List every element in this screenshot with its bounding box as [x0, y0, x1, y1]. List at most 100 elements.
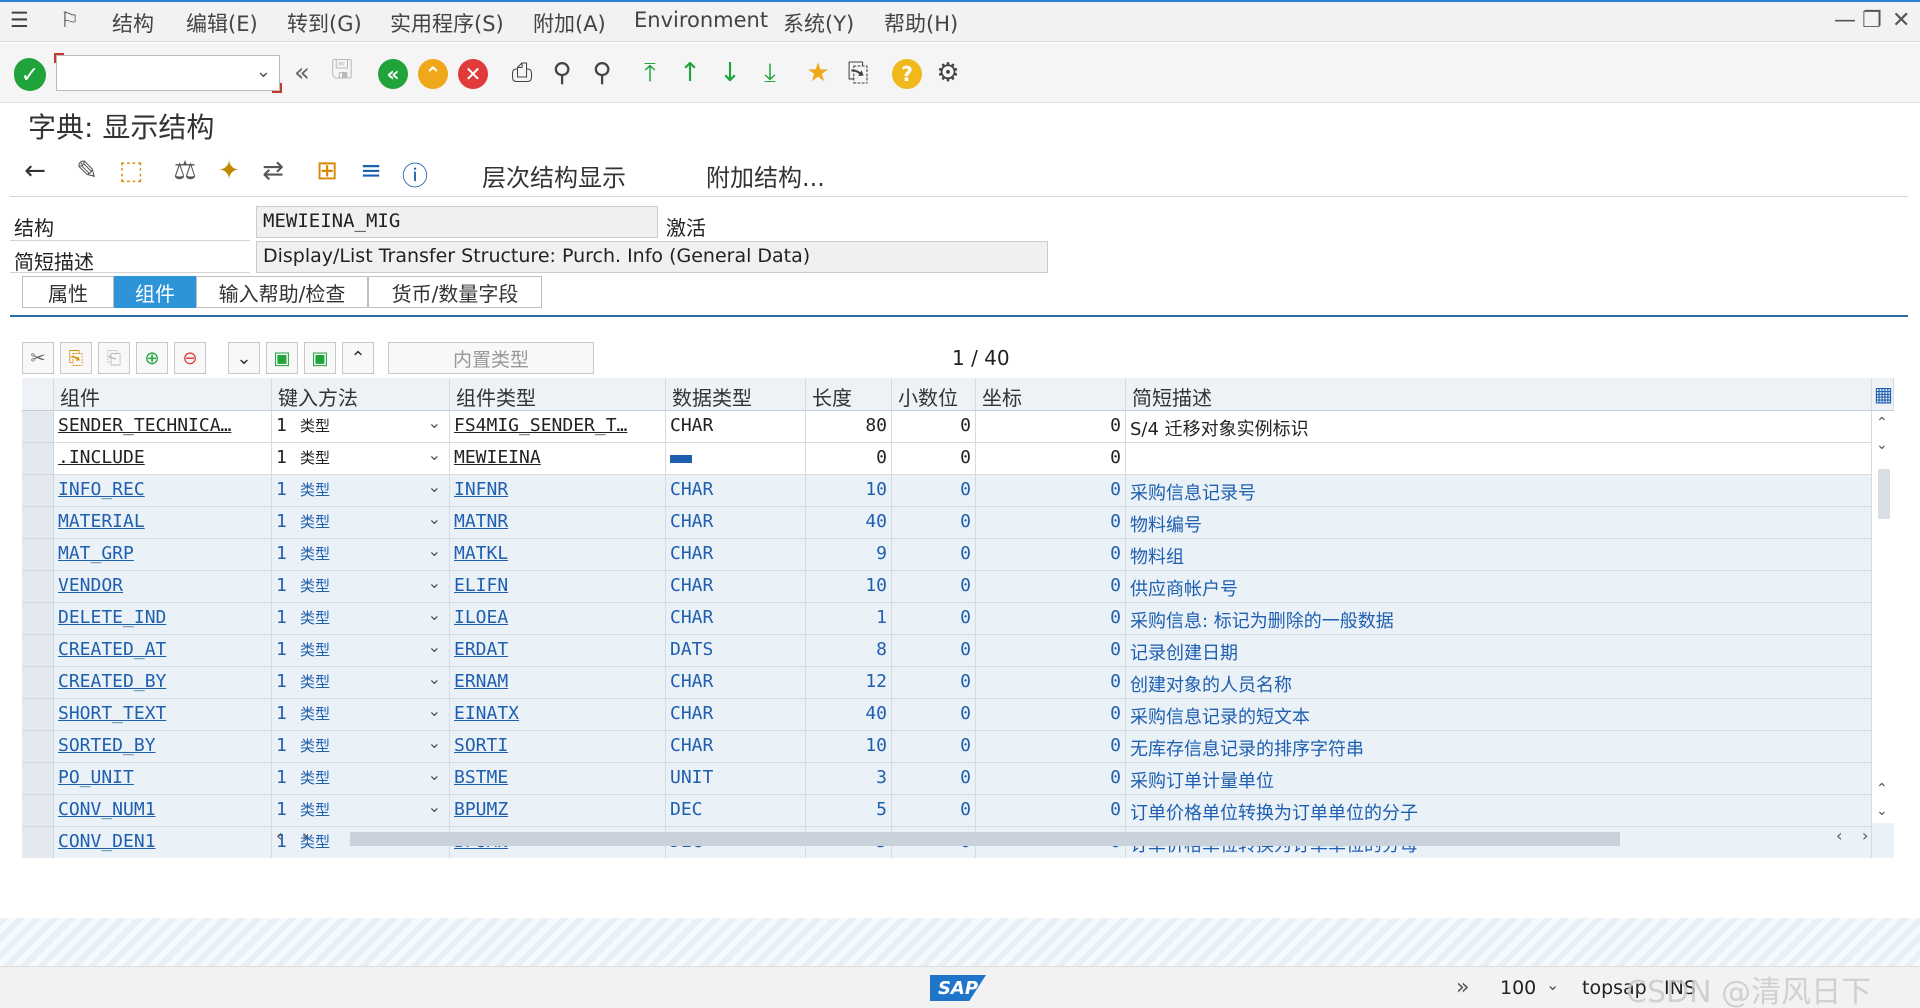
scroll-left-icon[interactable]: ‹: [276, 826, 282, 845]
expand-status-icon[interactable]: »: [1456, 975, 1469, 1000]
component-type-cell[interactable]: ERNAM: [450, 667, 666, 699]
row-selector[interactable]: [22, 571, 54, 603]
typing-type-cell[interactable]: 类型⌄: [296, 603, 450, 635]
chevron-down-icon[interactable]: ⌄: [256, 61, 271, 82]
row-selector[interactable]: [22, 635, 54, 667]
component-type-cell[interactable]: ELIFN: [450, 571, 666, 603]
table-row[interactable]: SENDER_TECHNICA… 1 类型 ⌄ FS4MIG_SENDER_T… CHAR…: [22, 411, 1872, 443]
display-change-icon[interactable]: ✎: [70, 156, 104, 186]
row-selector[interactable]: [22, 795, 54, 827]
where-used-icon[interactable]: ⇄: [256, 156, 290, 186]
double-left-icon[interactable]: «: [286, 57, 318, 89]
scroll-right-icon[interactable]: ›: [1862, 826, 1868, 845]
tab-currency-fields[interactable]: 货币/数量字段: [368, 276, 542, 308]
col-header-typing-method[interactable]: 键入方法: [272, 378, 450, 411]
row-selector[interactable]: [22, 699, 54, 731]
typing-type-cell[interactable]: 类型⌄: [296, 795, 450, 827]
horizontal-scrollbar[interactable]: ‹ › ‹ ›: [272, 826, 1872, 850]
col-header-component-type[interactable]: 组件类型: [450, 378, 666, 411]
activate-icon[interactable]: ✦: [212, 156, 246, 186]
save-icon[interactable]: 🖫: [326, 55, 358, 89]
component-type-cell[interactable]: INFNR: [450, 475, 666, 507]
scroll-right-icon[interactable]: ›: [302, 826, 308, 845]
menu-utilities[interactable]: 实用程序(S): [390, 8, 504, 38]
settings-icon[interactable]: ⚙: [932, 57, 964, 89]
component-cell[interactable]: CREATED_BY: [54, 667, 272, 699]
scroll-thumb[interactable]: [350, 832, 1620, 846]
table-row[interactable]: MAT_GRP 1 类型 ⌄ MATKL CHAR 9 0 0 物料组: [22, 539, 1872, 571]
next-page-icon[interactable]: ↓: [714, 57, 746, 89]
col-header-short-description[interactable]: 简短描述: [1126, 378, 1872, 411]
scroll-thumb[interactable]: [1878, 469, 1890, 519]
first-page-icon[interactable]: ⤒: [634, 57, 666, 89]
component-cell[interactable]: MAT_GRP: [54, 539, 272, 571]
new-session-icon[interactable]: ★: [802, 57, 834, 89]
component-type-cell[interactable]: MEWIEINA: [450, 443, 666, 475]
scroll-left-icon[interactable]: ‹: [1836, 826, 1842, 845]
typing-type-cell[interactable]: 类型⌄: [296, 667, 450, 699]
component-cell[interactable]: SORTED_BY: [54, 731, 272, 763]
component-cell[interactable]: SHORT_TEXT: [54, 699, 272, 731]
component-cell[interactable]: CONV_DEN1: [54, 827, 272, 858]
typing-type-cell[interactable]: 类型⌄: [296, 539, 450, 571]
short-description-field[interactable]: Display/List Transfer Structure: Purch. …: [256, 241, 1048, 273]
component-cell[interactable]: SENDER_TECHNICA…: [54, 411, 272, 443]
typing-type-cell[interactable]: 类型⌄: [296, 443, 450, 475]
component-type-cell[interactable]: MATKL: [450, 539, 666, 571]
paste-icon[interactable]: ⎗: [98, 342, 130, 374]
table-row[interactable]: INFO_REC 1 类型 ⌄ INFNR CHAR 10 0 0 采购信息记录号: [22, 475, 1872, 507]
chevron-down-icon[interactable]: ⌄: [428, 733, 441, 752]
structure-name-field[interactable]: MEWIEINA_MIG: [256, 206, 658, 238]
col-header-component[interactable]: 组件: [54, 378, 272, 411]
typing-type-cell[interactable]: 类型⌄: [296, 635, 450, 667]
col-header-coordinate[interactable]: 坐标: [976, 378, 1126, 411]
table-row[interactable]: .INCLUDE 1 类型 ⌄ MEWIEINA 0 0 0: [22, 443, 1872, 475]
menu-icon[interactable]: ☰: [10, 8, 29, 32]
row-selector[interactable]: [22, 475, 54, 507]
component-cell[interactable]: MATERIAL: [54, 507, 272, 539]
chevron-down-icon[interactable]: ⌄: [1546, 975, 1559, 994]
component-type-cell[interactable]: ERDAT: [450, 635, 666, 667]
table-row[interactable]: DELETE_IND 1 类型 ⌄ ILOEA CHAR 1 0 0 采购信息: 标记为删除的一般…: [22, 603, 1872, 635]
menu-environment[interactable]: Environment: [634, 8, 768, 32]
chevron-down-icon[interactable]: ⌄: [428, 573, 441, 592]
table-row[interactable]: SORTED_BY 1 类型 ⌄ SORTI CHAR 10 0 0 无库存信息记录的排序字符串: [22, 731, 1872, 763]
table-row[interactable]: MATERIAL 1 类型 ⌄ MATNR CHAR 40 0 0 物料编号: [22, 507, 1872, 539]
typing-type-cell[interactable]: 类型⌄: [296, 475, 450, 507]
typing-type-cell[interactable]: 类型⌄: [296, 571, 450, 603]
table-row[interactable]: CONV_NUM1 1 类型 ⌄ BPUMZ DEC 5 0 0 订单价格单位转换为订单单位的分子: [22, 795, 1872, 827]
scroll-up-icon[interactable]: ⌃: [1876, 415, 1888, 431]
row-selector[interactable]: [22, 539, 54, 571]
col-header-decimals[interactable]: 小数位: [892, 378, 976, 411]
component-cell[interactable]: PO_UNIT: [54, 763, 272, 795]
chevron-down-icon[interactable]: ⌄: [428, 605, 441, 624]
previous-page-icon[interactable]: ↑: [674, 57, 706, 89]
component-type-cell[interactable]: EINATX: [450, 699, 666, 731]
scroll-down-icon[interactable]: ⌄: [1876, 803, 1888, 819]
row-selector[interactable]: [22, 507, 54, 539]
menu-edit[interactable]: 编辑(E): [186, 8, 258, 38]
last-page-icon[interactable]: ⤓: [754, 57, 786, 89]
find-next-icon[interactable]: ⚲: [586, 57, 618, 89]
collapse-all-icon[interactable]: ⌃: [342, 342, 374, 374]
insert-row-icon[interactable]: ⊕: [136, 342, 168, 374]
component-cell[interactable]: CONV_NUM1: [54, 795, 272, 827]
typing-type-cell[interactable]: 类型⌄: [296, 763, 450, 795]
minimize-icon[interactable]: —: [1834, 8, 1856, 33]
check-icon[interactable]: ⚖: [168, 156, 202, 186]
table-row[interactable]: SHORT_TEXT 1 类型 ⌄ EINATX CHAR 40 0 0 采购信息记录的短文本: [22, 699, 1872, 731]
chevron-down-icon[interactable]: ⌄: [428, 509, 441, 528]
component-cell[interactable]: INFO_REC: [54, 475, 272, 507]
chevron-down-icon[interactable]: ⌄: [428, 669, 441, 688]
close-icon[interactable]: ✕: [1892, 8, 1910, 33]
expand-all-icon[interactable]: ⌄: [228, 342, 260, 374]
chevron-down-icon[interactable]: ⌄: [428, 797, 441, 816]
shortcut-icon[interactable]: ⎘: [842, 57, 874, 89]
scroll-down-icon[interactable]: ⌄: [1876, 437, 1888, 453]
menu-help[interactable]: 帮助(H): [884, 8, 958, 38]
component-cell[interactable]: .INCLUDE: [54, 443, 272, 475]
component-type-cell[interactable]: SORTI: [450, 731, 666, 763]
command-field[interactable]: ⌄: [54, 53, 282, 93]
row-selector[interactable]: [22, 763, 54, 795]
component-cell[interactable]: CREATED_AT: [54, 635, 272, 667]
